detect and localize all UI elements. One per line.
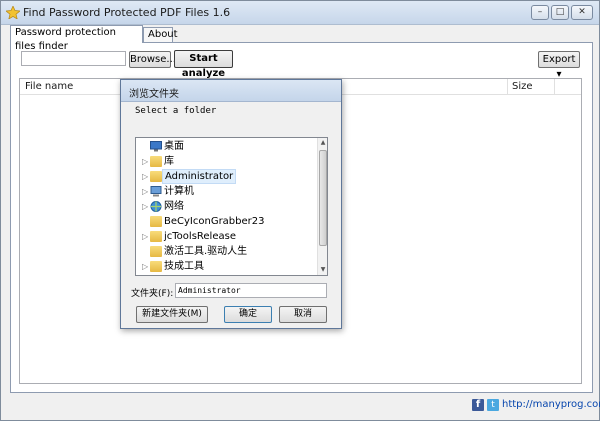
expand-arrow-icon[interactable]: ▷	[142, 259, 149, 274]
browse-folder-dialog: 浏览文件夹 Select a folder 桌面 ▷ 库 ▷ Administr…	[120, 79, 342, 329]
tree-item-administrator[interactable]: ▷ Administrator	[136, 169, 317, 184]
column-file-name[interactable]: File name	[25, 81, 73, 92]
tree-item-label: jcToolsRelease	[164, 231, 236, 242]
dialog-message: Select a folder	[135, 106, 217, 116]
start-analyze-button[interactable]: Start analyze	[174, 50, 233, 79]
computer-icon	[150, 186, 162, 197]
tree-item-desktop[interactable]: 桌面	[136, 139, 317, 154]
expand-arrow-icon[interactable]: ▷	[142, 199, 149, 214]
expand-arrow-icon[interactable]: ▷	[142, 229, 149, 244]
expand-arrow-icon[interactable]: ▷	[142, 154, 149, 169]
tree-item-label: 库	[164, 156, 174, 167]
tree-item-label: 技成工具	[164, 261, 204, 272]
library-icon	[150, 156, 162, 167]
column-divider[interactable]	[507, 79, 508, 95]
tab-password-finder[interactable]: Password protection files finder	[10, 25, 143, 52]
user-folder-icon	[150, 171, 162, 182]
tree-item-label: Administrator	[162, 169, 237, 184]
tree-item-jicheng-tools[interactable]: ▷ 技成工具	[136, 259, 317, 274]
desktop-icon	[150, 141, 162, 152]
ok-button[interactable]: 确定	[224, 306, 272, 323]
maximize-button[interactable]: □	[551, 5, 569, 20]
folder-icon	[150, 261, 162, 272]
title-bar[interactable]: Find Password Protected PDF Files 1.6 – …	[1, 1, 599, 25]
tree-item-network[interactable]: ▷ 网络	[136, 199, 317, 214]
column-size[interactable]: Size	[512, 81, 533, 92]
folder-label: 文件夹(F):	[131, 289, 174, 299]
folder-icon	[150, 216, 162, 227]
tree-item-label: 桌面	[164, 141, 184, 152]
tree-item-label: 网络	[164, 201, 184, 212]
scroll-down-icon[interactable]: ▼	[318, 265, 327, 275]
website-link[interactable]: http://manyprog.com	[502, 399, 600, 410]
tree-item-library[interactable]: ▷ 库	[136, 154, 317, 169]
tree-item-jctoolsrelease[interactable]: ▷ jcToolsRelease	[136, 229, 317, 244]
tab-about[interactable]: About	[143, 27, 178, 43]
dialog-title: 浏览文件夹	[129, 89, 179, 100]
new-folder-button[interactable]: 新建文件夹(M)	[136, 306, 208, 323]
folder-name-field[interactable]: Administrator	[175, 283, 327, 298]
cancel-button[interactable]: 取消	[279, 306, 327, 323]
tree-item-label: 计算机	[164, 186, 194, 197]
tree-item-activation-tools[interactable]: 激活工具.驱动人生	[136, 244, 317, 259]
tree-item-label: 激活工具.驱动人生	[164, 246, 248, 257]
close-button[interactable]: ✕	[571, 5, 593, 20]
facebook-icon[interactable]: f	[472, 399, 484, 411]
twitter-icon[interactable]: t	[487, 399, 499, 411]
column-divider[interactable]	[554, 79, 555, 95]
folder-tree[interactable]: 桌面 ▷ 库 ▷ Administrator ▷ 计算机 ▷ 网络 BeCyIc…	[135, 137, 328, 276]
window-title: Find Password Protected PDF Files 1.6	[23, 6, 231, 19]
export-button[interactable]: Export ▾	[538, 51, 580, 80]
browse-button[interactable]: Browse...	[129, 51, 176, 68]
network-icon	[150, 201, 162, 212]
dialog-title-bar[interactable]: 浏览文件夹	[121, 80, 341, 102]
folder-icon	[150, 246, 162, 257]
tree-item-label: BeCyIconGrabber23	[164, 216, 265, 227]
minimize-button[interactable]: –	[531, 5, 549, 20]
folder-icon	[150, 231, 162, 242]
tree-scrollbar[interactable]: ▲ ▼	[317, 138, 327, 275]
tree-item-becyicongrabber[interactable]: BeCyIconGrabber23	[136, 214, 317, 229]
scroll-up-icon[interactable]: ▲	[318, 138, 327, 148]
expand-arrow-icon[interactable]: ▷	[142, 184, 149, 199]
tree-item-computer[interactable]: ▷ 计算机	[136, 184, 317, 199]
scrollbar-thumb[interactable]	[319, 150, 327, 246]
app-star-icon	[6, 6, 20, 19]
expand-arrow-icon[interactable]: ▷	[142, 169, 149, 184]
